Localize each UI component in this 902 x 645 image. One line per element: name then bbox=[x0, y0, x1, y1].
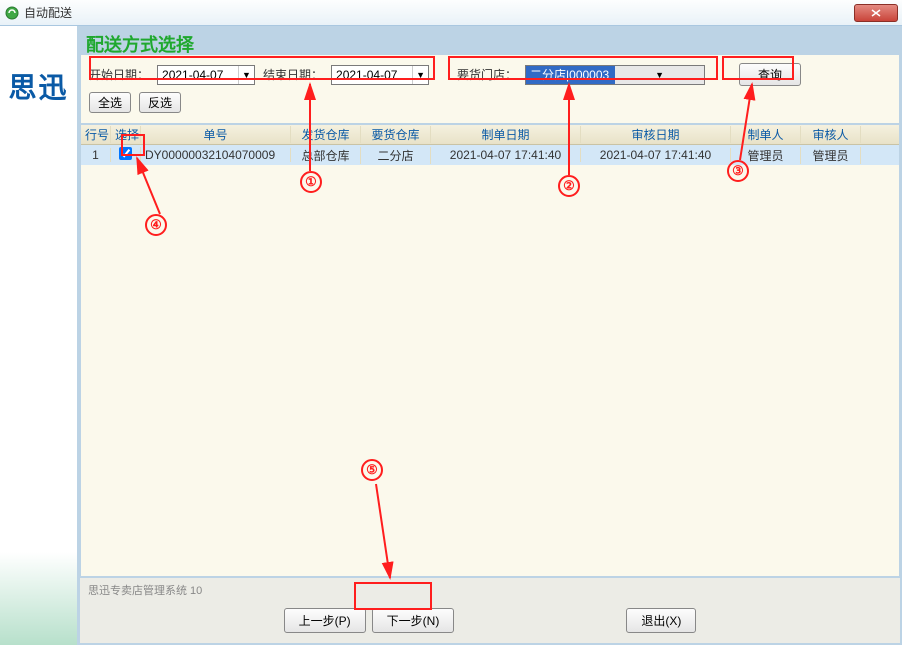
col-fw: 发货仓库 bbox=[291, 126, 361, 143]
prev-button[interactable]: 上一步(P) bbox=[284, 608, 366, 633]
logo: 思迅 bbox=[8, 66, 68, 106]
data-grid: 行号 选择 单号 发货仓库 要货仓库 制单日期 审核日期 制单人 审核人 1 D… bbox=[80, 124, 900, 577]
cell-sel[interactable] bbox=[111, 147, 141, 163]
col-ak: 审核人 bbox=[801, 126, 861, 143]
end-date-label: 结束日期： bbox=[263, 66, 323, 83]
end-date-dropdown-icon[interactable]: ▼ bbox=[412, 66, 428, 84]
cell-ad: 2021-04-07 17:41:40 bbox=[581, 148, 731, 162]
sidebar: 思迅 bbox=[0, 26, 78, 645]
cell-no: DY00000032104070009 bbox=[141, 148, 291, 162]
cell-fw: 总部仓库 bbox=[291, 147, 361, 164]
grid-header: 行号 选择 单号 发货仓库 要货仓库 制单日期 审核日期 制单人 审核人 bbox=[81, 125, 899, 145]
cell-idx: 1 bbox=[81, 148, 111, 162]
cell-ak: 管理员 bbox=[801, 147, 861, 164]
store-label: 要货门店： bbox=[457, 66, 517, 83]
col-mk: 制单人 bbox=[731, 126, 801, 143]
col-no: 单号 bbox=[141, 126, 291, 143]
filter-bar: 开始日期： ▼ 结束日期： ▼ 要货门店： 二分店|000003 ▼ 查询 bbox=[80, 54, 900, 124]
row-checkbox[interactable] bbox=[119, 147, 132, 160]
next-button[interactable]: 下一步(N) bbox=[372, 608, 455, 633]
cell-md: 2021-04-07 17:41:40 bbox=[431, 148, 581, 162]
cell-mk: 管理员 bbox=[731, 147, 801, 164]
col-ad: 审核日期 bbox=[581, 126, 731, 143]
end-date-field[interactable] bbox=[332, 68, 412, 82]
end-date-input[interactable]: ▼ bbox=[331, 65, 429, 85]
window-titlebar: 自动配送 bbox=[0, 0, 902, 26]
select-all-button[interactable]: 全选 bbox=[89, 92, 131, 113]
start-date-dropdown-icon[interactable]: ▼ bbox=[238, 66, 254, 84]
query-button[interactable]: 查询 bbox=[739, 63, 801, 86]
col-idx: 行号 bbox=[81, 126, 111, 143]
start-date-field[interactable] bbox=[158, 68, 238, 82]
store-dropdown-icon[interactable]: ▼ bbox=[615, 66, 704, 84]
footer: 思迅专卖店管理系统 10 上一步(P) 下一步(N) 退出(X) bbox=[80, 577, 900, 643]
content-panel: 配送方式选择 开始日期： ▼ 结束日期： ▼ 要货门店： 二分店|000003 … bbox=[78, 26, 902, 645]
start-date-label: 开始日期： bbox=[89, 66, 149, 83]
table-row[interactable]: 1 DY00000032104070009 总部仓库 二分店 2021-04-0… bbox=[81, 145, 899, 165]
app-icon bbox=[4, 5, 20, 21]
store-select[interactable]: 二分店|000003 ▼ bbox=[525, 65, 705, 85]
col-md: 制单日期 bbox=[431, 126, 581, 143]
panel-title: 配送方式选择 bbox=[80, 28, 900, 54]
col-rw: 要货仓库 bbox=[361, 126, 431, 143]
status-text: 思迅专卖店管理系统 10 bbox=[88, 582, 892, 598]
start-date-input[interactable]: ▼ bbox=[157, 65, 255, 85]
exit-button[interactable]: 退出(X) bbox=[626, 608, 696, 633]
store-value: 二分店|000003 bbox=[526, 66, 615, 83]
window-title: 自动配送 bbox=[24, 4, 854, 21]
close-button[interactable] bbox=[854, 4, 898, 22]
col-sel: 选择 bbox=[111, 126, 141, 143]
invert-select-button[interactable]: 反选 bbox=[139, 92, 181, 113]
cell-rw: 二分店 bbox=[361, 147, 431, 164]
